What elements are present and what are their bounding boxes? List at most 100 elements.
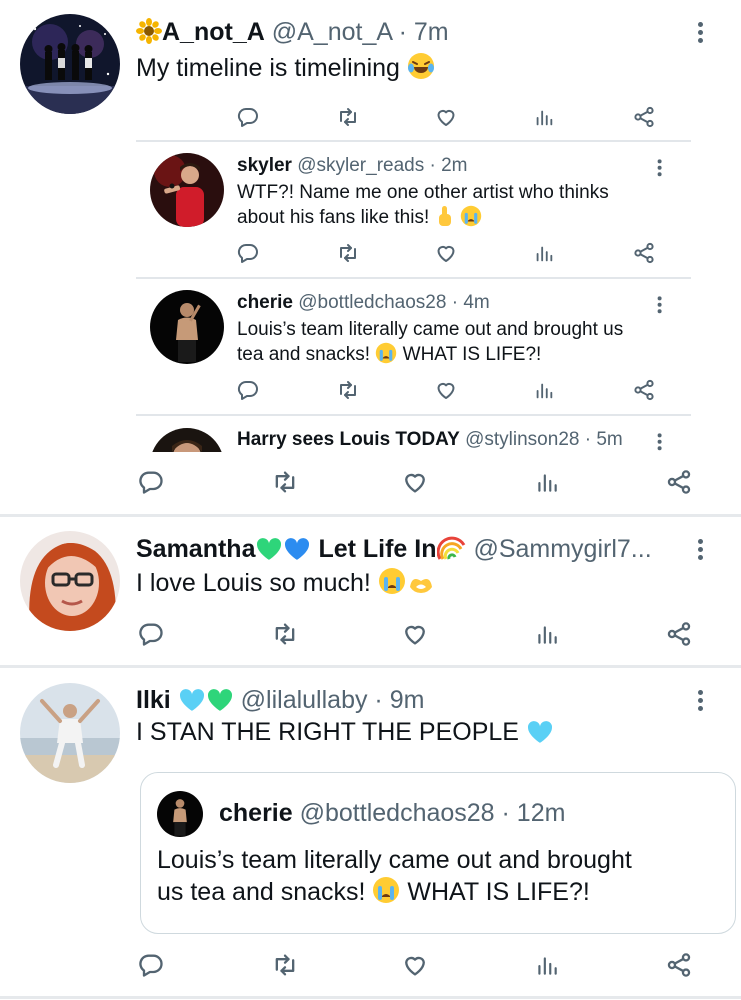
more-icon[interactable] xyxy=(698,690,704,714)
display-name[interactable]: A_not_A xyxy=(162,18,265,46)
tweet-text-line-group: tea and snacks! WHAT IS LIFE?! xyxy=(237,342,677,371)
handle: @bottledchaos28 · 12m xyxy=(299,799,566,827)
analytics-icon[interactable] xyxy=(529,375,559,405)
avatar[interactable] xyxy=(150,428,224,452)
reply-icon[interactable] xyxy=(233,375,263,405)
retweet-icon[interactable] xyxy=(333,102,363,132)
quote-text: Louis’s team literally came out and brou… xyxy=(157,845,727,912)
timestamp[interactable]: · 7m xyxy=(399,18,449,46)
tweet-header: Harry sees Louis TODAY @stylinson28 · 5m xyxy=(237,429,623,451)
like-icon[interactable] xyxy=(431,238,461,268)
retweet-icon[interactable] xyxy=(270,467,300,497)
tweet-actions xyxy=(0,102,741,132)
light-blue-heart-icon xyxy=(178,688,206,719)
avatar[interactable] xyxy=(20,683,120,783)
green-heart-icon xyxy=(255,537,283,568)
like-icon[interactable] xyxy=(400,950,430,980)
more-icon[interactable] xyxy=(698,22,704,46)
tweet-header: A_not_A @A_not_A · 7m xyxy=(136,18,449,51)
tweet-actions xyxy=(0,375,741,405)
green-heart-icon xyxy=(206,688,234,719)
analytics-icon[interactable] xyxy=(532,619,562,649)
reply-icon[interactable] xyxy=(233,102,263,132)
display-name[interactable]: Samantha xyxy=(136,535,255,563)
crying-face-icon xyxy=(375,342,397,371)
reply-separator xyxy=(136,140,691,142)
more-icon[interactable] xyxy=(698,539,704,563)
light-blue-heart-icon xyxy=(526,720,554,751)
quote-text-line: us tea and snacks! xyxy=(157,878,366,906)
quote-text-line: Louis’s team literally came out and brou… xyxy=(157,846,632,874)
display-name[interactable]: Ilki xyxy=(136,686,171,714)
tweet-actions xyxy=(0,950,741,980)
display-name[interactable]: Harry sees Louis TODAY xyxy=(237,429,460,450)
reply-icon[interactable] xyxy=(233,238,263,268)
share-icon[interactable] xyxy=(664,467,694,497)
share-icon[interactable] xyxy=(629,102,659,132)
analytics-icon[interactable] xyxy=(532,467,562,497)
tweet-header: cherie @bottledchaos28 · 4m xyxy=(237,292,490,314)
tweet-header: Ilki @lilalullaby · 9m xyxy=(136,686,424,719)
reply-icon[interactable] xyxy=(136,619,166,649)
tweet-text-line: tea and snacks! xyxy=(237,344,371,365)
quote-text-line-group: us tea and snacks! WHAT IS LIFE?! xyxy=(157,876,727,912)
tweet: Samantha Let Life In @Sammygirl7... I lo… xyxy=(0,517,741,665)
laughing-face-icon xyxy=(407,52,435,87)
tweet-text-line: Louis’s team literally came out and brou… xyxy=(237,319,624,340)
tweet-text-line-group: about his fans like this! xyxy=(237,205,667,234)
analytics-icon[interactable] xyxy=(529,102,559,132)
handle[interactable]: @Sammygirl7... xyxy=(473,535,651,563)
share-icon[interactable] xyxy=(664,950,694,980)
retweet-icon[interactable] xyxy=(333,375,363,405)
retweet-icon[interactable] xyxy=(333,238,363,268)
handle[interactable]: @skyler_reads · 2m xyxy=(297,155,467,176)
avatar[interactable] xyxy=(150,290,224,364)
retweet-icon[interactable] xyxy=(270,950,300,980)
display-name-suffix[interactable]: Let Life In xyxy=(318,535,436,563)
tweet-text: WTF?! Name me one other artist who think… xyxy=(237,180,667,234)
reply-clip: Harry sees Louis TODAY @stylinson28 · 5m xyxy=(0,416,741,452)
quote-text-line: WHAT IS LIFE?! xyxy=(407,878,590,906)
display-name: cherie xyxy=(219,799,293,827)
avatar[interactable] xyxy=(20,531,120,631)
handle[interactable]: @A_not_A xyxy=(272,18,392,46)
tweet-actions xyxy=(0,238,741,268)
analytics-icon[interactable] xyxy=(529,238,559,268)
crying-face-icon xyxy=(378,567,406,602)
more-icon[interactable] xyxy=(657,296,663,315)
quoted-tweet[interactable]: cherie @bottledchaos28 · 12m Louis’s tea… xyxy=(140,772,736,934)
display-name[interactable]: cherie xyxy=(237,292,293,313)
sunflower-icon xyxy=(136,18,162,51)
handle[interactable]: @stylinson28 · 5m xyxy=(465,429,623,450)
share-icon[interactable] xyxy=(629,238,659,268)
avatar xyxy=(157,791,203,837)
analytics-icon[interactable] xyxy=(532,950,562,980)
tweet-text: I love Louis so much! xyxy=(136,567,436,602)
share-icon[interactable] xyxy=(629,375,659,405)
like-icon[interactable] xyxy=(400,467,430,497)
reply-icon[interactable] xyxy=(136,467,166,497)
tweet-thread: A_not_A @A_not_A · 7m My timeline is tim… xyxy=(0,0,741,515)
avatar[interactable] xyxy=(150,153,224,227)
more-icon[interactable] xyxy=(657,433,663,452)
tweet-header: skyler @skyler_reads · 2m xyxy=(237,155,468,177)
like-icon[interactable] xyxy=(431,102,461,132)
avatar[interactable] xyxy=(20,14,120,114)
tweet-text: My timeline is timelining xyxy=(136,52,435,87)
blue-heart-icon xyxy=(283,537,311,568)
like-icon[interactable] xyxy=(400,619,430,649)
retweet-icon[interactable] xyxy=(270,619,300,649)
display-name[interactable]: skyler xyxy=(237,155,292,176)
crying-face-icon xyxy=(372,876,400,912)
tweet-actions xyxy=(0,467,741,497)
share-icon[interactable] xyxy=(664,619,694,649)
rainbow-icon xyxy=(436,535,467,568)
handle[interactable]: @bottledchaos28 · 4m xyxy=(298,292,489,313)
more-icon[interactable] xyxy=(657,159,663,178)
tweet-actions xyxy=(0,619,741,649)
tweet-text-line: WHAT IS LIFE?! xyxy=(402,344,542,365)
like-icon[interactable] xyxy=(431,375,461,405)
handle[interactable]: @lilalullaby · 9m xyxy=(241,686,425,714)
heart-hands-icon xyxy=(406,571,436,602)
reply-icon[interactable] xyxy=(136,950,166,980)
